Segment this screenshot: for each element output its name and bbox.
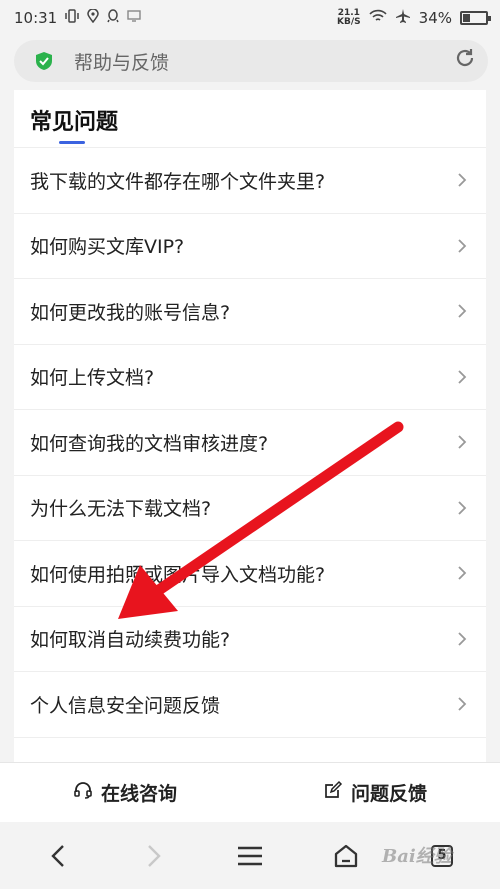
faq-item[interactable]: 如何使用拍照或图片导入文档功能?	[14, 541, 486, 607]
battery-level	[463, 14, 471, 22]
home-icon[interactable]	[326, 836, 366, 876]
chevron-right-icon	[454, 631, 470, 647]
online-consult-button[interactable]: 在线咨询	[0, 763, 250, 822]
headset-icon	[73, 780, 93, 805]
faq-item[interactable]: 如何上传文档?	[14, 345, 486, 410]
page-title: 帮助与反馈	[74, 51, 170, 74]
chevron-right-icon	[454, 500, 470, 516]
screen-icon	[127, 10, 141, 26]
faq-item[interactable]: 如何取消自动续费功能?	[14, 607, 486, 672]
chevron-right-icon	[454, 303, 470, 319]
feedback-label: 问题反馈	[350, 783, 427, 805]
section-title-underline	[59, 141, 85, 144]
vibrate-icon	[65, 9, 79, 27]
secure-shield-icon	[34, 50, 54, 72]
faq-question: 个人信息安全问题反馈	[30, 694, 221, 717]
faq-item[interactable]: 如何查询我的文档审核进度?	[14, 410, 486, 476]
faq-question: 如何购买文库VIP?	[30, 236, 185, 259]
faq-question: 我下载的文件都存在哪个文件夹里?	[30, 170, 326, 193]
faq-card: 常见问题 我下载的文件都存在哪个文件夹里? 如何购买文库VIP? 如何更改我的账…	[14, 90, 486, 762]
location-icon	[87, 8, 99, 27]
airplane-icon	[395, 8, 411, 28]
feedback-button[interactable]: 问题反馈	[250, 763, 500, 822]
faq-question: 如何使用拍照或图片导入文档功能?	[30, 563, 326, 586]
network-speed: 21.1 KB/S	[337, 9, 361, 27]
faq-question: 如何更改我的账号信息?	[30, 301, 231, 324]
chevron-right-icon	[454, 434, 470, 450]
status-time: 10:31	[14, 9, 58, 27]
address-bar[interactable]: 帮助与反馈	[14, 40, 488, 82]
faq-item[interactable]: 为什么无法下载文档?	[14, 476, 486, 541]
address-bar-container: 帮助与反馈	[0, 36, 500, 88]
forward-button[interactable]	[134, 836, 174, 876]
faq-question: 如何上传文档?	[30, 367, 155, 390]
faq-question: 为什么无法下载文档?	[30, 498, 212, 521]
status-bar: 10:31 21.1 KB/S 34%	[0, 0, 500, 36]
online-consult-label: 在线咨询	[100, 783, 177, 805]
faq-list: 我下载的文件都存在哪个文件夹里? 如何购买文库VIP? 如何更改我的账号信息? …	[14, 148, 486, 738]
battery-icon	[460, 11, 491, 25]
chevron-right-icon	[454, 696, 470, 712]
chevron-right-icon	[454, 369, 470, 385]
faq-item[interactable]: 如何更改我的账号信息?	[14, 279, 486, 345]
wifi-icon	[369, 9, 387, 27]
speed-unit: KB/S	[337, 17, 361, 27]
section-header: 常见问题	[14, 90, 486, 148]
help-action-bar: 在线咨询 问题反馈	[0, 762, 500, 822]
faq-question: 如何查询我的文档审核进度?	[30, 432, 269, 455]
refresh-icon[interactable]	[454, 47, 476, 75]
back-button[interactable]	[38, 836, 78, 876]
faq-item[interactable]: 如何购买文库VIP?	[14, 214, 486, 279]
watermark: Bai经验	[382, 846, 452, 867]
faq-item[interactable]: 我下载的文件都存在哪个文件夹里?	[14, 148, 486, 214]
edit-note-icon	[323, 780, 343, 805]
battery-percent: 34%	[418, 9, 452, 27]
section-title: 常见问题	[30, 110, 119, 135]
qq-icon	[107, 9, 119, 27]
faq-item[interactable]: 个人信息安全问题反馈	[14, 672, 486, 738]
chevron-right-icon	[454, 565, 470, 581]
menu-icon[interactable]	[230, 836, 270, 876]
faq-question: 如何取消自动续费功能?	[30, 629, 231, 652]
chevron-right-icon	[454, 238, 470, 254]
chevron-right-icon	[454, 172, 470, 188]
